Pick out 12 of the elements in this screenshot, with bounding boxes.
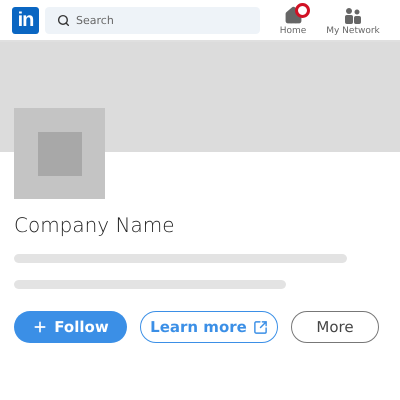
more-button[interactable]: More	[291, 311, 379, 343]
people-icon	[344, 6, 362, 24]
company-name: Company Name	[14, 213, 176, 237]
link-button[interactable]: Learn more	[140, 311, 278, 343]
search-icon	[57, 14, 70, 26]
nav-item[interactable]: My Network	[314, 4, 392, 36]
nav-item[interactable]: Home	[272, 4, 314, 36]
follow-button[interactable]: Follow	[14, 311, 127, 343]
search-field[interactable]: Search	[45, 6, 260, 34]
plus-icon	[32, 319, 48, 335]
external-link-icon	[252, 320, 268, 334]
logo[interactable]: in	[12, 6, 39, 34]
